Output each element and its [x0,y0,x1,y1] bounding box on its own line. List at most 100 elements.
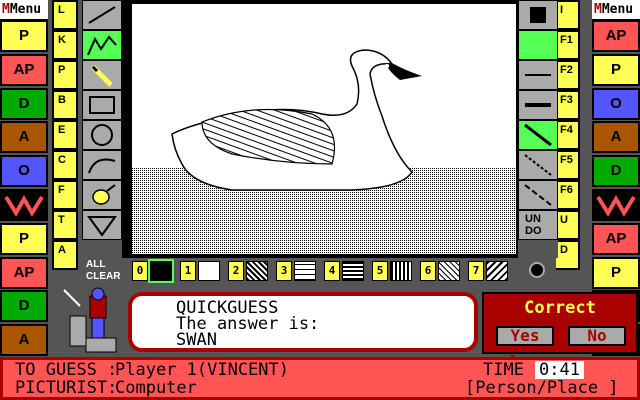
diagonal-line-dashed[interactable] [518,180,558,210]
category-card[interactable]: AP [0,256,48,289]
no-button[interactable]: No [568,326,626,346]
polyline-tool[interactable] [82,30,122,60]
pattern-swatch[interactable] [148,259,174,283]
left-tool-column [82,0,122,258]
circle-tool[interactable] [82,120,122,150]
line-tool[interactable] [82,0,122,30]
triangle-tool[interactable] [82,210,122,240]
tool-tab[interactable]: P [52,60,78,90]
pattern-swatch[interactable] [246,261,268,281]
pen-size-large[interactable] [518,0,558,30]
category-card[interactable]: A [592,121,640,154]
circle-icon [91,124,113,146]
dashed-diagonal-icon [524,184,552,206]
result-panel: Correct Yes No [482,292,638,354]
tool-tab[interactable]: T [52,210,78,240]
pen-tool[interactable] [82,60,122,90]
pattern-number[interactable]: 1 [180,261,196,281]
picturist-label: PICTURIST: [15,378,118,398]
drawing-canvas[interactable] [132,4,516,254]
swan-eye [385,64,389,68]
bomb-icon [529,262,545,278]
pattern-number[interactable]: 0 [132,261,148,281]
yes-button[interactable]: Yes [496,326,554,346]
category-card[interactable]: AP [0,53,48,86]
swan-beak [388,62,422,80]
rectangle-tool[interactable] [82,90,122,120]
game-logo-icon [4,194,44,217]
time-label: TIME [483,360,524,380]
pen-size-none[interactable] [518,30,558,60]
status-bar: TO GUESS : Player 1(VINCENT) TIME 0:41 P… [0,357,640,400]
category-card[interactable]: O [592,87,640,120]
line-width-2[interactable] [518,90,558,120]
message-line-3: SWAN [176,330,217,350]
pattern-swatch[interactable] [294,261,316,281]
pattern-swatch[interactable] [342,261,364,281]
category-card[interactable]: P [0,222,48,255]
time-value: 0:41 [535,361,584,379]
picturist-value: Computer [115,378,197,398]
diagonal-line-dotted[interactable] [518,150,558,180]
triangle-icon [87,216,117,237]
paint-bucket-icon [92,184,116,205]
category-card[interactable]: AP [592,20,640,52]
all-clear-button[interactable]: ALL CLEAR [82,256,126,286]
tool-tab[interactable]: B [52,90,78,120]
diagonal-line-thick[interactable] [518,120,558,150]
pattern-number[interactable]: 5 [372,261,388,281]
category-card[interactable]: P [592,53,640,86]
tool-tab[interactable]: E [52,120,78,150]
line-icon [88,6,116,24]
tool-tab[interactable]: A [52,240,78,270]
polyline-icon [87,35,117,56]
tool-tab[interactable]: F [52,180,78,210]
category-card[interactable]: D [592,155,640,188]
rectangle-icon [89,96,115,114]
dotted-diagonal-icon [524,154,552,176]
swan-drawing [132,49,516,254]
tool-tab[interactable]: K [52,30,78,60]
category-card[interactable]: AP [592,222,640,255]
character-area [60,286,126,356]
category-card[interactable]: A [0,324,48,357]
pattern-swatch[interactable] [390,261,412,281]
category-card[interactable]: A [0,121,48,154]
category-card[interactable]: D [0,87,48,120]
message-box: QUICKGUESS The answer is: SWAN [128,292,478,352]
menu-button-left[interactable]: MMenu [0,0,48,20]
category-card[interactable]: P [592,256,640,289]
to-guess-label: TO GUESS : [15,360,118,380]
pattern-swatch[interactable] [198,261,220,281]
pattern-number[interactable]: 3 [276,261,292,281]
tool-tab[interactable]: L [52,0,78,30]
pattern-swatch[interactable] [486,261,508,281]
category-card[interactable]: D [0,290,48,323]
category-label: [Person/Place ] [465,378,619,398]
wildcard-card[interactable] [0,189,48,221]
wildcard-card[interactable] [592,189,640,221]
bomb-button[interactable] [520,256,556,286]
pattern-swatch[interactable] [438,261,460,281]
pencil-icon [91,65,113,87]
to-guess-value: Player 1(VINCENT) [115,360,289,380]
right-tool-column: UN DO [518,0,558,258]
category-card[interactable]: P [0,20,48,52]
menu-button-right[interactable]: MMenu [592,0,640,20]
game-logo-icon [596,194,636,217]
arc-icon [88,158,116,174]
pattern-number[interactable]: 2 [228,261,244,281]
result-title: Correct [524,298,596,318]
line-width-1[interactable] [518,60,558,90]
undo-button[interactable]: UN DO [518,210,558,240]
tool-tab[interactable]: C [52,150,78,180]
pattern-number[interactable]: 7 [468,261,484,281]
thick-diagonal-icon [524,123,552,147]
category-card[interactable]: O [0,155,48,188]
robot-figure-icon [63,287,117,353]
fill-tool[interactable] [82,180,122,210]
arc-tool[interactable] [82,150,122,180]
pattern-number[interactable]: 6 [420,261,436,281]
pattern-palette: 0 1 2 3 4 5 6 7 [128,258,518,284]
pattern-number[interactable]: 4 [324,261,340,281]
